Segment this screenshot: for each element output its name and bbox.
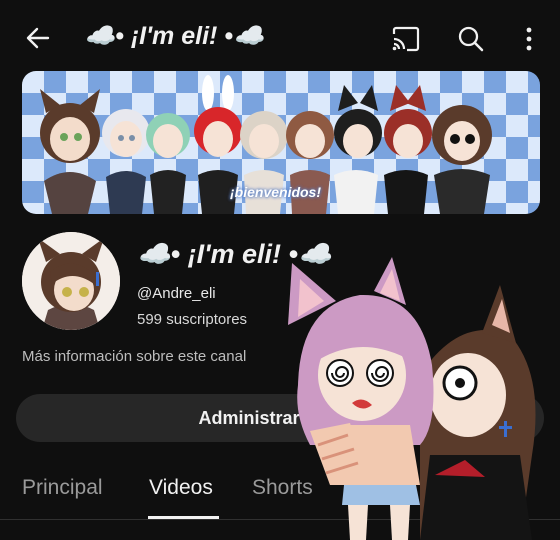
back-arrow-icon [26,27,50,49]
more-info-link[interactable]: Más información sobre este canal [22,348,246,365]
cast-icon [392,26,420,52]
header-channel-title: ☁️• ¡I'm eli! •☁️ [84,22,265,50]
channel-avatar[interactable] [22,232,120,330]
cast-button[interactable] [386,19,426,59]
overlay-characters-sticker [288,257,536,540]
more-options-button[interactable] [509,19,549,59]
top-app-bar: ☁️• ¡I'm eli! •☁️ [0,0,560,78]
search-icon [458,26,484,52]
back-button[interactable] [18,18,58,58]
more-vert-icon [526,27,532,51]
subscriber-count: 599 suscriptores [137,311,248,328]
avatar-character-image [22,232,120,330]
channel-handle: @Andre_eli [137,285,216,302]
search-button[interactable] [451,19,491,59]
tab-principal[interactable]: Principal [22,476,103,500]
banner-welcome-text: ¡bienvenidos! [230,184,322,200]
tab-videos[interactable]: Videos [149,476,213,500]
